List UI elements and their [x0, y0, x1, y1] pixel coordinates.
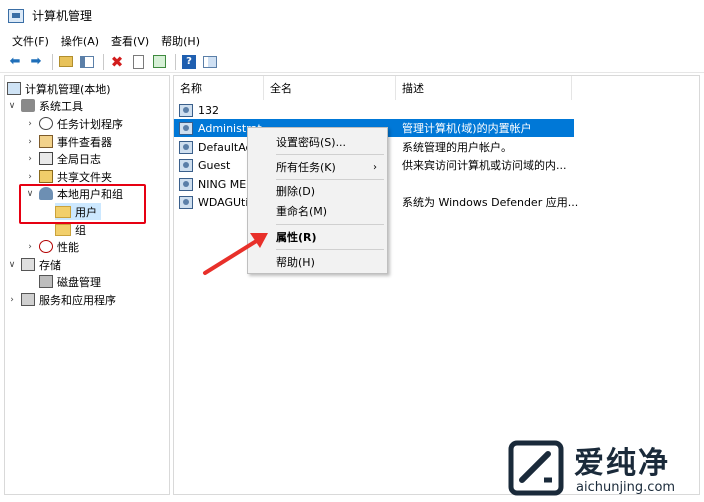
- tree-item-shared-folders[interactable]: › 共享文件夹: [25, 168, 112, 185]
- chevron-right-icon[interactable]: ›: [25, 242, 35, 252]
- computer-management-icon: [8, 8, 24, 23]
- menu-view[interactable]: 查看(V): [105, 33, 155, 49]
- column-header-name[interactable]: 名称: [174, 76, 264, 100]
- up-folder-icon[interactable]: [57, 53, 75, 71]
- tree-item-label: 性能: [57, 240, 79, 254]
- user-icon: [179, 177, 193, 191]
- tree-item-services-apps[interactable]: › 服务和应用程序: [7, 291, 116, 308]
- export-list-icon[interactable]: [150, 53, 168, 71]
- tree-item-label: 任务计划程序: [57, 117, 123, 131]
- menu-item-delete[interactable]: 删除(D): [248, 181, 387, 201]
- user-name: NING ME: [198, 177, 247, 191]
- tree-item-label: 全局日志: [57, 152, 101, 166]
- user-description: 系统为 Windows Defender 应用...: [402, 196, 579, 209]
- column-header-fullname[interactable]: 全名: [264, 76, 396, 100]
- table-row[interactable]: 132: [174, 101, 574, 119]
- user-icon: [179, 121, 193, 135]
- tree-item-disk-management[interactable]: 磁盘管理: [39, 273, 101, 290]
- toolbar: ⬅ ➡ ✖ ?: [0, 51, 704, 73]
- context-menu: 设置密码(S)... 所有任务(K) › 删除(D) 重命名(M) 属性(R) 帮…: [247, 127, 388, 274]
- toolbar-separator: [52, 53, 53, 70]
- title-bar: 计算机管理: [0, 0, 704, 31]
- performance-icon: [39, 240, 53, 253]
- chevron-down-icon[interactable]: ∨: [7, 101, 17, 111]
- watermark-title: 爱纯净: [574, 446, 670, 481]
- menu-item-properties[interactable]: 属性(R): [248, 227, 387, 247]
- show-hide-tree-icon[interactable]: [78, 53, 96, 71]
- console-tree: 计算机管理(本地) ∨ 系统工具 › 任务计划程序 › 事件查看器 › 全局日志…: [4, 75, 170, 495]
- tree-item-event-viewer[interactable]: › 事件查看器: [25, 133, 112, 150]
- tree-item-label: 服务和应用程序: [39, 293, 116, 307]
- tree-item-task-scheduler[interactable]: › 任务计划程序: [25, 115, 123, 132]
- window-title: 计算机管理: [32, 9, 93, 23]
- menu-separator: [276, 154, 384, 155]
- tree-item-label: 系统工具: [39, 99, 83, 113]
- user-name: Guest: [198, 158, 231, 172]
- chevron-right-icon[interactable]: ›: [25, 119, 35, 129]
- services-icon: [21, 293, 35, 306]
- tree-item-label: 事件查看器: [57, 135, 112, 149]
- tools-icon: [21, 99, 35, 112]
- clock-icon: [39, 117, 53, 130]
- delete-icon[interactable]: ✖: [108, 53, 126, 71]
- user-icon: [179, 103, 193, 117]
- site-watermark: 爱纯净 aichunjing.com: [508, 438, 700, 498]
- user-name: 132: [198, 103, 219, 117]
- tree-item-global-log[interactable]: › 全局日志: [25, 150, 101, 167]
- menu-item-help[interactable]: 帮助(H): [248, 252, 387, 272]
- tree-item-performance[interactable]: › 性能: [25, 238, 79, 255]
- user-icon: [179, 140, 193, 154]
- chevron-right-icon[interactable]: ›: [7, 295, 17, 305]
- disk-icon: [39, 275, 53, 288]
- menu-separator: [276, 179, 384, 180]
- menu-separator: [276, 224, 384, 225]
- tree-item-label: 磁盘管理: [57, 275, 101, 289]
- user-icon: [179, 158, 193, 172]
- tree-item-storage[interactable]: ∨ 存储: [7, 256, 61, 273]
- chevron-right-icon: ›: [373, 161, 377, 173]
- column-header-description[interactable]: 描述: [396, 76, 572, 100]
- tree-item-root[interactable]: 计算机管理(本地): [7, 80, 111, 97]
- annotation-highlight-box: [19, 184, 146, 224]
- toolbar-separator: [103, 53, 104, 70]
- tree-item-label: 计算机管理(本地): [25, 82, 111, 96]
- show-hide-action-pane-icon[interactable]: [201, 53, 219, 71]
- menu-separator: [276, 249, 384, 250]
- menu-file[interactable]: 文件(F): [6, 33, 55, 49]
- menu-help[interactable]: 帮助(H): [155, 33, 206, 49]
- log-icon: [39, 152, 53, 165]
- toolbar-separator: [175, 53, 176, 70]
- event-viewer-icon: [39, 135, 53, 148]
- user-description: 系统管理的用户帐户。: [402, 141, 512, 154]
- tree-item-label: 存储: [39, 258, 61, 272]
- chevron-right-icon[interactable]: ›: [25, 137, 35, 147]
- user-description: 供来宾访问计算机或访问域的内...: [402, 159, 567, 172]
- shared-folder-icon: [39, 170, 53, 183]
- help-icon[interactable]: ?: [180, 53, 198, 71]
- user-name: WDAGUtil: [198, 195, 252, 209]
- watermark-logo-icon: [508, 440, 564, 496]
- menu-bar: 文件(F) 操作(A) 查看(V) 帮助(H): [0, 31, 704, 51]
- storage-icon: [21, 258, 35, 271]
- chevron-down-icon[interactable]: ∨: [7, 260, 17, 270]
- computer-icon: [7, 82, 21, 95]
- properties-icon[interactable]: [129, 53, 147, 71]
- tree-item-system-tools[interactable]: ∨ 系统工具: [7, 97, 83, 114]
- back-arrow-icon[interactable]: ⬅: [6, 53, 24, 71]
- chevron-right-icon[interactable]: ›: [25, 154, 35, 164]
- menu-item-all-tasks[interactable]: 所有任务(K) ›: [248, 157, 387, 177]
- user-icon: [179, 195, 193, 209]
- watermark-url: aichunjing.com: [576, 480, 676, 495]
- user-description: 管理计算机(域)的内置帐户: [402, 122, 532, 135]
- chevron-right-icon[interactable]: ›: [25, 172, 35, 182]
- forward-arrow-icon[interactable]: ➡: [27, 53, 45, 71]
- menu-item-rename[interactable]: 重命名(M): [248, 201, 387, 221]
- tree-item-label: 共享文件夹: [57, 170, 112, 184]
- menu-action[interactable]: 操作(A): [55, 33, 105, 49]
- folder-icon: [55, 223, 71, 236]
- menu-item-set-password[interactable]: 设置密码(S)...: [248, 132, 387, 152]
